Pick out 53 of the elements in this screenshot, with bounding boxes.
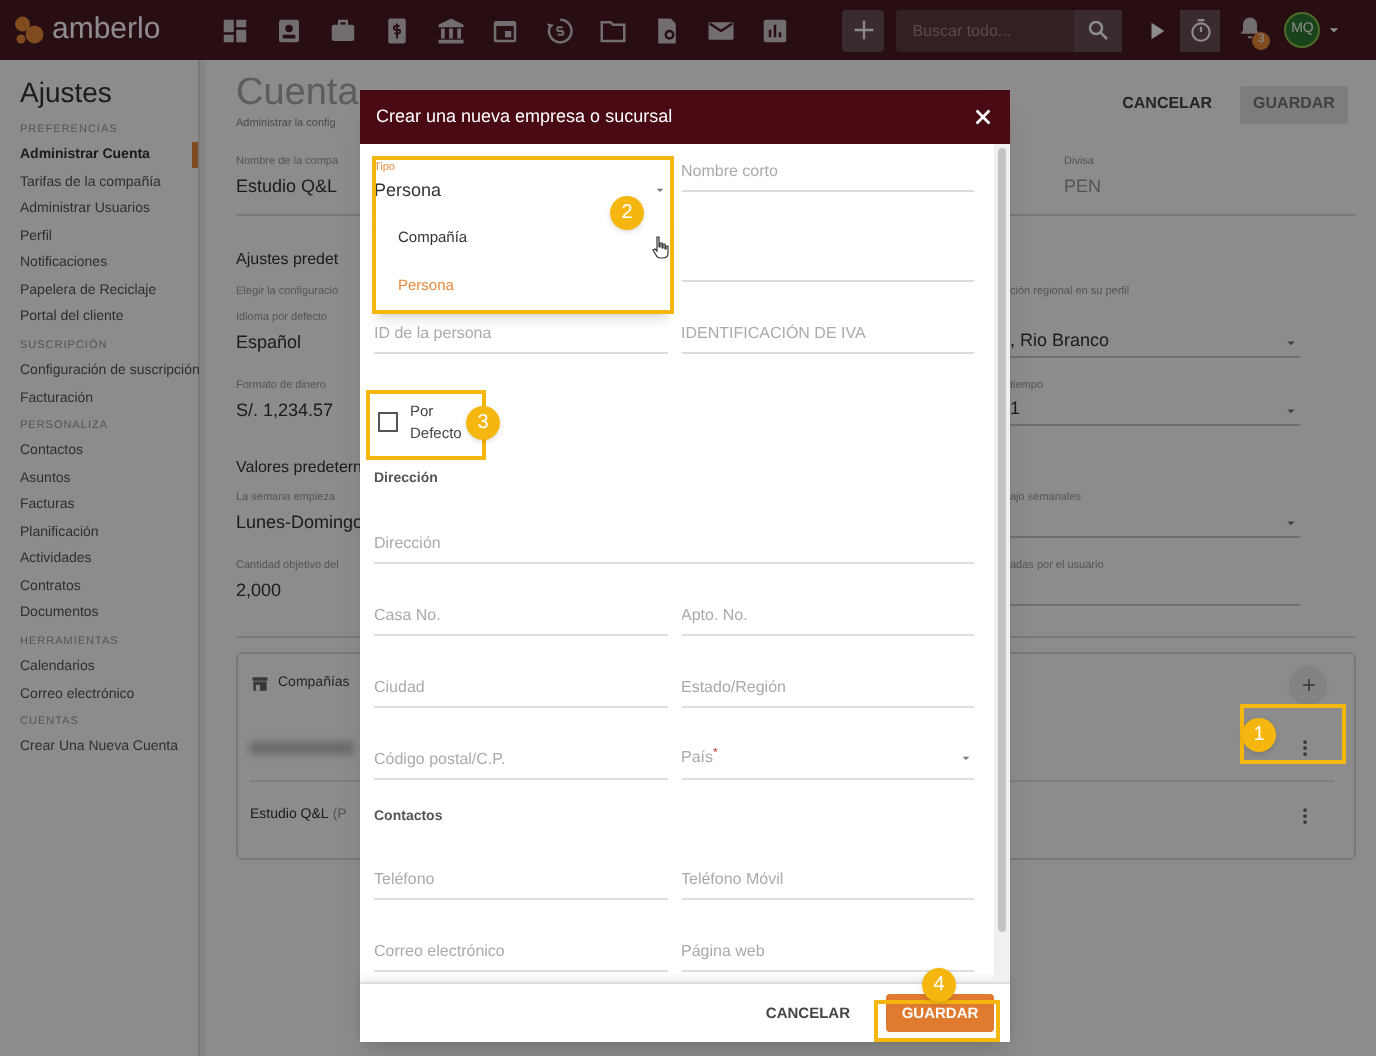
sidebar-title: Ajustes <box>20 74 114 112</box>
field-value: 2,000 <box>236 578 284 605</box>
history-dollar-icon[interactable] <box>544 15 575 45</box>
scrollbar-thumb[interactable] <box>998 148 1006 932</box>
input-field[interactable]: Teléfono <box>374 860 667 900</box>
input-field[interactable]: Ciudad <box>374 667 667 707</box>
bank-icon[interactable] <box>436 15 467 45</box>
bar-chart-icon[interactable] <box>760 15 791 45</box>
input-field[interactable]: Apto. No. <box>681 595 974 635</box>
input-field[interactable]: Dirección <box>374 523 974 563</box>
highlight-frame <box>1240 704 1346 764</box>
plus-icon <box>1299 675 1317 693</box>
input-field[interactable]: IDENTIFICACIÓN DE IVA <box>681 314 974 354</box>
stopwatch-icon <box>1187 17 1214 43</box>
field-value: Estudio Q&L <box>236 174 340 201</box>
action-button[interactable]: CANCELAR <box>1122 92 1212 116</box>
logo-icon <box>12 12 48 48</box>
timer-button[interactable] <box>1180 9 1221 51</box>
input-field[interactable]: Teléfono Móvil <box>681 860 974 900</box>
highlight-frame <box>874 1000 1000 1042</box>
section-title: Ajustes predet <box>236 248 341 272</box>
input-field[interactable]: Correo electrónico <box>374 932 667 972</box>
plus-icon <box>849 16 878 44</box>
section-title: Valores predetern <box>236 456 360 480</box>
play-icon[interactable] <box>1146 19 1169 41</box>
checkbox[interactable] <box>378 412 398 432</box>
input-field[interactable]: ID de la persona <box>374 314 667 354</box>
contact-card-icon[interactable] <box>274 15 305 45</box>
folder-icon[interactable] <box>598 15 629 45</box>
input-field[interactable]: Código postal/C.P. <box>374 739 667 779</box>
search-button[interactable] <box>1074 9 1123 51</box>
field-value: 1 <box>1010 396 1021 423</box>
close-icon[interactable] <box>972 106 994 128</box>
input-field[interactable]: Estado/Región <box>681 667 974 707</box>
dashboard-icon[interactable] <box>220 15 251 45</box>
field-value: PEN <box>1064 174 1104 201</box>
logo-text: amberlo <box>52 9 161 50</box>
calendar-icon[interactable] <box>490 15 521 45</box>
field-value: S/. 1,234.57 <box>236 398 336 425</box>
search-icon <box>1086 18 1111 42</box>
action-button: GUARDAR <box>1240 85 1348 123</box>
input-field[interactable]: Página web <box>681 932 974 972</box>
dialog-title: Crear una nueva empresa o sucursal <box>376 103 673 130</box>
field-value: Español <box>236 330 304 357</box>
briefcase-icon[interactable] <box>328 15 359 45</box>
input-field[interactable]: Casa No. <box>374 595 667 635</box>
field-value: , Rio Branco <box>1010 328 1110 355</box>
storefront-icon <box>250 674 270 694</box>
add-company-button[interactable] <box>1290 666 1326 702</box>
blurred-text <box>250 741 354 753</box>
add-button[interactable] <box>842 9 885 51</box>
field-value: Lunes-Domingo <box>236 510 360 537</box>
input-field[interactable]: Nombre corto <box>681 152 974 192</box>
